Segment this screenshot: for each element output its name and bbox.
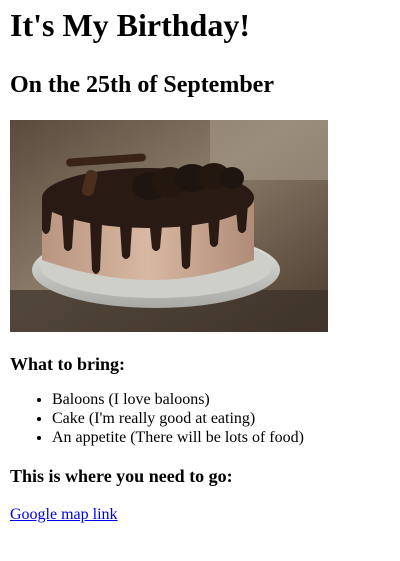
bring-heading: What to bring: — [10, 354, 126, 374]
list-item: An appetite (There will be lots of food) — [52, 428, 390, 447]
page-title: It's My Birthday! — [10, 7, 250, 43]
google-map-link[interactable]: Google map link — [10, 505, 118, 524]
page-content: It's My Birthday! On the 25th of Septemb… — [10, 0, 390, 524]
list-item: Baloons (I love baloons) — [52, 390, 390, 409]
list-item: Cake (I'm really good at eating) — [52, 409, 390, 428]
date-subtitle: On the 25th of September — [10, 72, 274, 98]
bring-list: Baloons (I love baloons) Cake (I'm reall… — [10, 390, 390, 447]
cake-image — [10, 120, 328, 332]
location-heading: This is where you need to go: — [10, 466, 233, 486]
